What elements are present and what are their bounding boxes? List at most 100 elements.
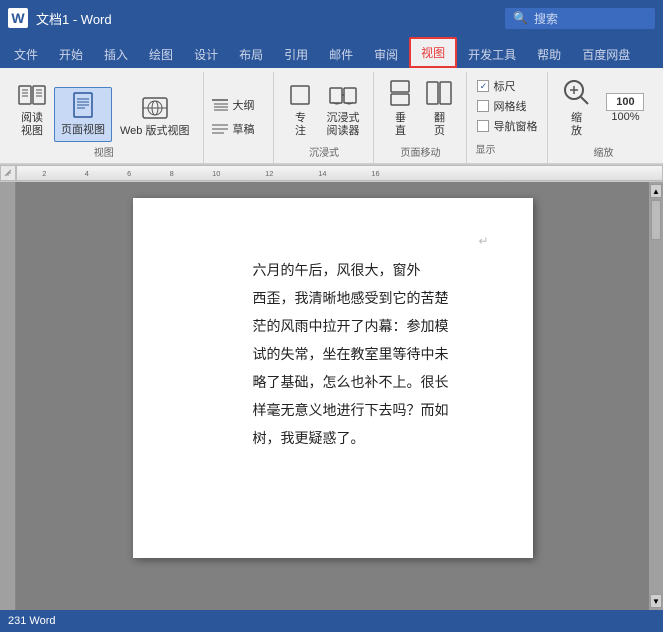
pagemove-group: 垂直 翻页 页面移动 [374,72,467,163]
document-area: ↵ 六月的午后，风很大，窗外 西歪，我清晰地感受到它的苦楚 茫的风雨中拉开了内幕… [0,182,663,610]
zoom-group-items: 缩放 100 100% [556,74,650,142]
page-cursor-mark: ↵ [478,234,488,248]
page-view-icon [72,92,94,122]
svg-text:4: 4 [85,170,89,179]
zoom-percent-button[interactable]: 100 100% [600,89,650,128]
text-line-4: 试的失常，坐在教室里等待中未 [253,342,483,370]
flip-page-button[interactable]: 翻页 [420,76,458,142]
search-placeholder: 搜索 [534,10,558,27]
view-group-label: 视图 [94,144,114,159]
immersive-group: 专注 沉浸式阅读器 沉浸式 [274,72,374,163]
ribbon-tabs: 文件 开始 插入 绘图 设计 布局 引用 邮件 审阅 视图 开发工具 帮助 百度… [0,36,663,68]
outline-button[interactable]: 大纲 [208,95,269,115]
ruler-marks: 2 4 6 8 10 12 14 16 [21,166,658,180]
gridlines-label: 网格线 [493,98,526,114]
search-icon: 🔍 [513,11,528,25]
immersive-group-label: 沉浸式 [309,144,339,159]
tab-insert[interactable]: 插入 [94,41,138,68]
tab-home[interactable]: 开始 [49,41,93,68]
outline-icon [212,98,228,112]
outline-label: 大纲 [232,97,254,113]
vertical-scrollbar[interactable]: ▲ ▼ [649,182,663,610]
tab-baidu[interactable]: 百度网盘 [572,41,640,68]
web-view-icon [142,97,168,123]
pagemove-group-items: 垂直 翻页 [382,74,458,142]
text-line-2: 西歪，我清晰地感受到它的苦楚 [253,286,483,314]
ruler-corner [0,165,16,181]
vertical-ruler-area [0,182,16,610]
zoom-icon [562,78,590,110]
focus-icon [289,84,311,110]
draft-icon [212,122,228,136]
title-text: 文档1 - Word [36,9,505,28]
ribbon-content: 阅读视图 页面视图 Web 版式视图 视图 大纲 [0,68,663,164]
immersive-reader-icon [329,84,357,110]
gridlines-checkbox [477,100,489,112]
navpane-checkbox [477,120,489,132]
text-line-1: 六月的午后，风很大，窗外 [253,258,483,286]
tab-review[interactable]: 审阅 [364,41,408,68]
ruler-check[interactable]: 标尺 [475,77,517,95]
tab-draw[interactable]: 绘图 [139,41,183,68]
tab-layout[interactable]: 布局 [229,41,273,68]
draft-label: 草稿 [232,121,254,137]
display-group-label: 显示 [475,141,495,156]
page-view-button[interactable]: 页面视图 [54,87,112,142]
zoom-group: 缩放 100 100% 缩放 [548,72,658,163]
zoom-button[interactable]: 缩放 [556,74,596,142]
outline-group: 大纲 草稿 [204,72,274,163]
focus-button[interactable]: 专注 [282,80,318,142]
read-view-button[interactable]: 阅读视图 [12,80,52,142]
tab-references[interactable]: 引用 [274,41,318,68]
vertical-button[interactable]: 垂直 [382,76,418,142]
tab-mailings[interactable]: 邮件 [319,41,363,68]
zoom-percent-display: 100 [606,93,644,111]
display-group: 标尺 网格线 导航窗格 显示 [467,72,548,163]
scroll-down-button[interactable]: ▼ [650,594,662,608]
tab-developer[interactable]: 开发工具 [458,41,526,68]
web-view-button[interactable]: Web 版式视图 [114,93,195,142]
text-line-5: 略了基础，怎么也补不上。很长 [253,370,483,398]
ruler-checkbox [477,80,489,92]
draft-button[interactable]: 草稿 [208,119,269,139]
scroll-up-button[interactable]: ▲ [650,184,662,198]
vertical-label: 垂直 [395,112,406,138]
scroll-thumb[interactable] [651,200,661,240]
document-scroll-area[interactable]: ↵ 六月的午后，风很大，窗外 西歪，我清晰地感受到它的苦楚 茫的风雨中拉开了内幕… [16,182,649,610]
word-logo: W [8,8,28,28]
text-line-3: 茫的风雨中拉开了内幕：参加模 [253,314,483,342]
svg-text:8: 8 [170,170,174,179]
tab-help[interactable]: 帮助 [527,41,571,68]
view-group: 阅读视图 页面视图 Web 版式视图 视图 [4,72,204,163]
zoom-percent-label: 100% [611,111,639,124]
gridlines-check[interactable]: 网格线 [475,97,528,115]
zoom-group-label: 缩放 [593,144,613,159]
horizontal-ruler: 2 4 6 8 10 12 14 16 [16,165,663,181]
svg-text:6: 6 [127,170,131,179]
immersive-reader-button[interactable]: 沉浸式阅读器 [320,80,365,142]
read-view-icon [18,84,46,110]
title-bar: W 文档1 - Word 🔍 搜索 [0,0,663,36]
svg-text:12: 12 [265,170,273,179]
search-box[interactable]: 🔍 搜索 [505,8,655,29]
flip-page-label: 翻页 [434,112,445,138]
text-line-6: 样毫无意义地进行下去吗？而如 [253,398,483,426]
tab-design[interactable]: 设计 [184,41,228,68]
ruler-label: 标尺 [493,78,515,94]
status-bar: 231 Word [0,610,663,632]
immersive-reader-label: 沉浸式阅读器 [326,112,359,138]
svg-text:14: 14 [318,170,326,179]
ruler-row: 2 4 6 8 10 12 14 16 [0,164,663,182]
tab-view[interactable]: 视图 [409,37,457,68]
tab-file[interactable]: 文件 [4,41,48,68]
zoom-label: 缩放 [571,112,582,138]
navpane-check[interactable]: 导航窗格 [475,117,539,135]
read-view-label: 阅读视图 [21,112,43,138]
document-page: ↵ 六月的午后，风很大，窗外 西歪，我清晰地感受到它的苦楚 茫的风雨中拉开了内幕… [133,198,533,558]
immersive-group-items: 专注 沉浸式阅读器 [282,74,365,142]
document-text[interactable]: 六月的午后，风很大，窗外 西歪，我清晰地感受到它的苦楚 茫的风雨中拉开了内幕：参… [253,258,483,454]
web-view-label: Web 版式视图 [120,125,189,138]
svg-text:10: 10 [212,170,220,179]
svg-text:2: 2 [42,170,46,179]
navpane-label: 导航窗格 [493,118,537,134]
